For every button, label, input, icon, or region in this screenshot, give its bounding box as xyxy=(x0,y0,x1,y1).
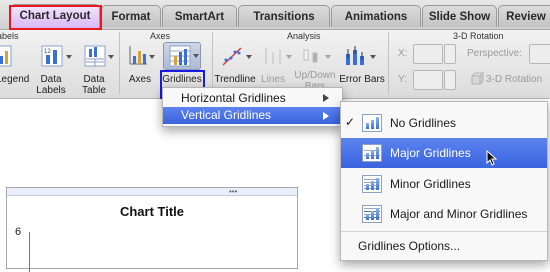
menu-item-gridlines-options[interactable]: Gridlines Options... xyxy=(341,236,547,256)
perspective-label: Perspective: xyxy=(467,48,523,59)
svg-text:12: 12 xyxy=(44,49,51,55)
tab-label: Transitions xyxy=(253,11,315,23)
error-bars-icon[interactable] xyxy=(342,44,366,73)
chart-frame-handle[interactable]: ••• xyxy=(7,188,297,196)
menu-item-label: Gridlines Options... xyxy=(358,239,461,253)
minor-gridlines-icon xyxy=(362,175,382,193)
gridlines-menu: Horizontal Gridlines Vertical Gridlines xyxy=(162,87,343,127)
group-separator xyxy=(119,32,120,94)
tab-label: Review xyxy=(506,11,546,23)
data-labels-icon[interactable]: 12 xyxy=(40,44,64,73)
3d-rotation-icon xyxy=(470,71,485,91)
data-labels-button-label[interactable]: Data Labels xyxy=(34,74,68,96)
gridlines-icon xyxy=(169,45,191,67)
group-label-axes: Axes xyxy=(150,31,171,41)
tab-format[interactable]: Format xyxy=(101,5,161,27)
data-table-dropdown-caret[interactable] xyxy=(108,55,114,59)
rotation-x-stepper xyxy=(444,44,456,64)
menu-item-label: No Gridlines xyxy=(390,116,457,130)
rotation-x-field xyxy=(413,44,443,64)
tab-label: Format xyxy=(111,11,151,23)
rotation-y-stepper xyxy=(444,70,456,90)
menu-item-vertical-gridlines[interactable]: Vertical Gridlines xyxy=(163,107,342,124)
chart-title[interactable]: Chart Title xyxy=(7,204,297,219)
ribbon-tab-bar: Chart Layout Format SmartArt Transitions… xyxy=(0,0,550,30)
trendline-dropdown-caret[interactable] xyxy=(246,55,252,59)
group-label-3d-rotation: 3-D Rotation xyxy=(453,31,504,41)
chart-y-axis xyxy=(29,232,30,272)
trendline-button-label[interactable]: Trendline xyxy=(214,74,256,85)
axes-dropdown-caret[interactable] xyxy=(149,55,155,59)
perspective-field xyxy=(529,44,550,64)
tab-review[interactable]: Review xyxy=(498,5,550,27)
data-labels-dropdown-caret[interactable] xyxy=(66,55,72,59)
group-label-analysis: Analysis xyxy=(287,31,321,41)
menu-separator xyxy=(341,231,547,232)
chart-frame[interactable]: ••• Chart Title 6 xyxy=(6,187,298,272)
legend-icon[interactable] xyxy=(0,44,12,73)
tab-transitions[interactable]: Transitions xyxy=(238,5,330,27)
lines-dropdown-caret xyxy=(286,55,292,59)
error-bars-button-label[interactable]: Error Bars xyxy=(336,74,388,85)
major-minor-gridlines-icon xyxy=(362,205,382,223)
trendline-icon[interactable] xyxy=(220,44,244,73)
menu-item-no-gridlines[interactable]: ✓ No Gridlines xyxy=(341,110,547,136)
tab-label: Slide Show xyxy=(428,11,491,23)
3d-rotation-button-label: 3-D Rotation xyxy=(486,74,543,85)
legend-button-label[interactable]: Legend xyxy=(0,74,29,85)
tab-animations[interactable]: Animations xyxy=(331,5,421,27)
group-separator xyxy=(388,32,389,94)
data-table-button-label[interactable]: Data Table xyxy=(78,74,110,96)
checkmark-icon: ✓ xyxy=(345,115,356,129)
rotation-x-label: X: xyxy=(398,48,408,59)
updown-bars-icon xyxy=(300,44,322,73)
error-bars-dropdown-caret[interactable] xyxy=(370,55,376,59)
gridlines-dropdown-caret[interactable] xyxy=(193,54,199,58)
chart-y-tick: 6 xyxy=(15,226,22,238)
menu-item-major-gridlines[interactable]: Major Gridlines xyxy=(341,138,547,168)
menu-item-minor-gridlines[interactable]: Minor Gridlines xyxy=(341,170,547,198)
rotation-y-field xyxy=(413,70,443,90)
major-gridlines-icon xyxy=(362,144,382,162)
group-label-labels: Labels xyxy=(0,31,19,41)
chart-drag-dots: ••• xyxy=(229,187,238,196)
submenu-arrow-icon xyxy=(323,94,329,102)
axes-button-label[interactable]: Axes xyxy=(125,74,155,85)
menu-item-label: Major and Minor Gridlines xyxy=(390,207,528,221)
menu-item-horizontal-gridlines[interactable]: Horizontal Gridlines xyxy=(163,90,342,106)
tab-smartart[interactable]: SmartArt xyxy=(162,5,237,27)
menu-item-label: Major Gridlines xyxy=(390,146,471,160)
axes-icon[interactable] xyxy=(126,44,148,73)
updown-bars-dropdown-caret xyxy=(325,55,331,59)
menu-item-label: Minor Gridlines xyxy=(390,177,471,191)
no-gridlines-icon xyxy=(362,114,382,132)
tab-label: SmartArt xyxy=(174,11,225,23)
tab-slide-show[interactable]: Slide Show xyxy=(422,5,497,27)
submenu-arrow-icon xyxy=(323,112,329,120)
lines-button-label: Lines xyxy=(261,74,285,85)
tab-highlight-box xyxy=(9,5,102,30)
menu-item-major-minor-gridlines[interactable]: Major and Minor Gridlines xyxy=(341,200,547,228)
data-table-icon[interactable] xyxy=(83,44,107,73)
menu-item-label: Vertical Gridlines xyxy=(181,108,272,122)
group-separator xyxy=(212,32,213,94)
menu-item-label: Horizontal Gridlines xyxy=(181,91,286,105)
mouse-cursor-icon xyxy=(486,150,498,166)
tab-label: Animations xyxy=(344,11,408,23)
gridlines-button[interactable] xyxy=(163,42,201,70)
rotation-y-label: Y: xyxy=(398,74,407,85)
lines-icon xyxy=(262,44,284,73)
vertical-gridlines-submenu: ✓ No Gridlines Major Gridlines Minor Gri… xyxy=(340,101,548,261)
